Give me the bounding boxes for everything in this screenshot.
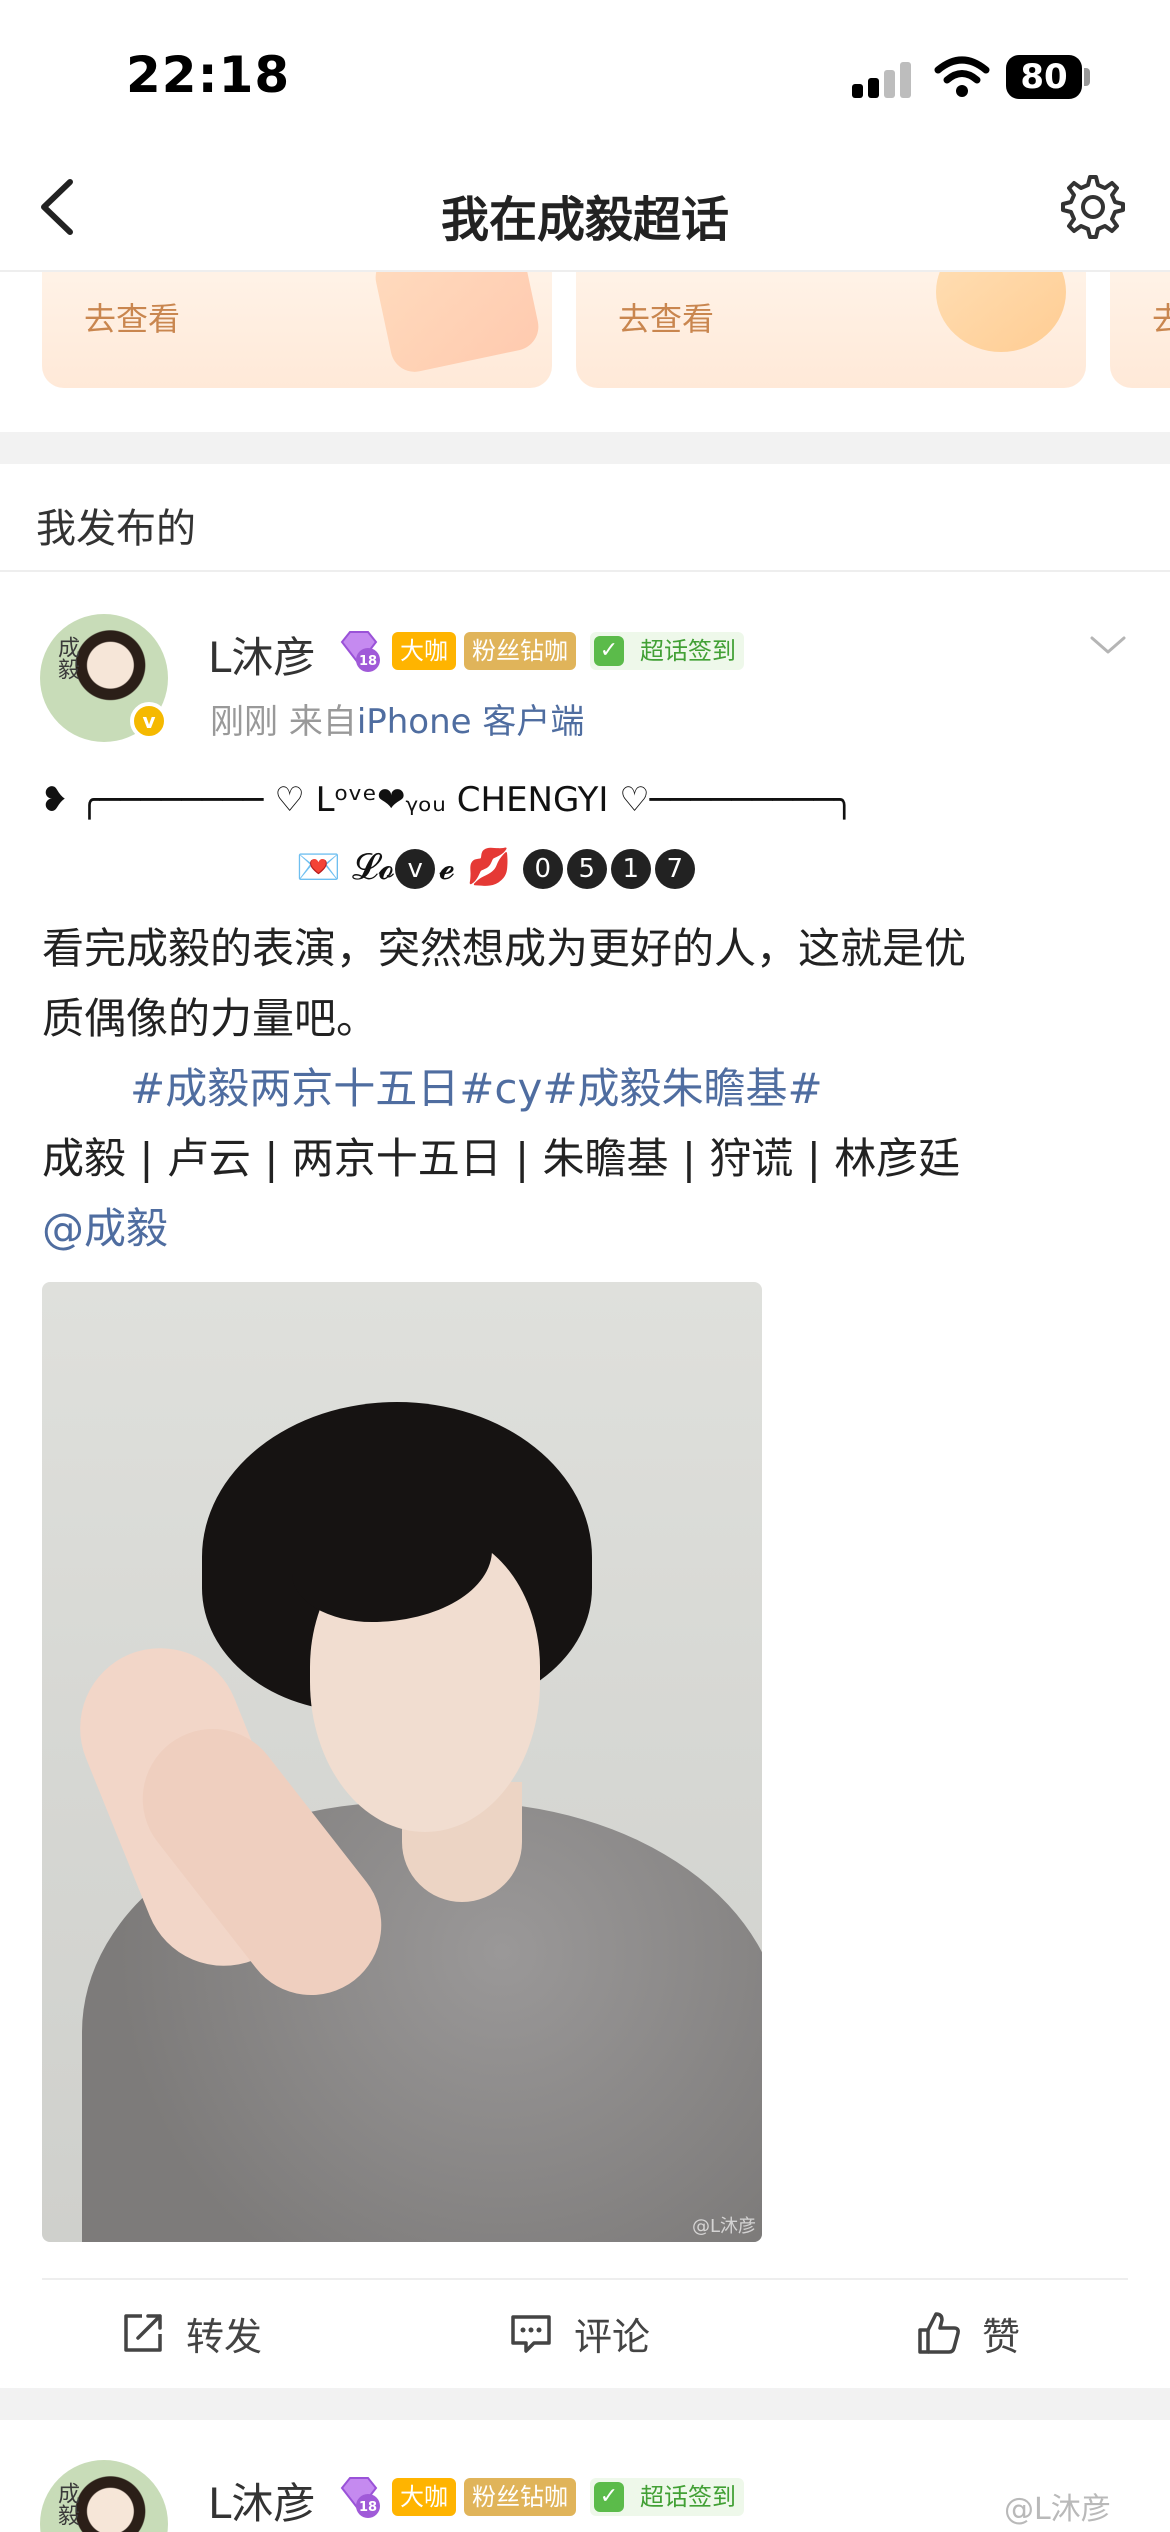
feature-card[interactable]: 去查看 bbox=[576, 272, 1086, 388]
badge-checkin: ✓ 超话签到 bbox=[590, 632, 744, 670]
feature-card[interactable]: 去查看 bbox=[42, 272, 552, 388]
post-username[interactable]: L沐彦 bbox=[208, 2470, 315, 2531]
medal-illustration bbox=[936, 272, 1066, 352]
badge-checkin-label: 超话签到 bbox=[640, 2483, 736, 2511]
chevron-down-icon[interactable] bbox=[1088, 630, 1128, 660]
gift-illustration bbox=[371, 272, 543, 377]
repost-button[interactable]: 转发 bbox=[120, 2304, 300, 2360]
section-title: 我发布的 bbox=[36, 506, 196, 552]
section-gap bbox=[0, 432, 1170, 464]
deco-love-prefix: 💌 𝓛𝓸 bbox=[296, 847, 396, 888]
avatar-text: 成毅 bbox=[54, 636, 79, 680]
like-label: 赞 bbox=[982, 2315, 1021, 2359]
nav-bar: 我在成毅超话 bbox=[0, 150, 1170, 272]
deco-number: 1 bbox=[610, 849, 651, 889]
cellular-signal-icon bbox=[852, 60, 914, 98]
card-view-link[interactable]: 去 bbox=[1152, 294, 1170, 340]
diamond-level-icon: 18 bbox=[340, 631, 380, 672]
post-meta: 刚刚 来自iPhone 客户端 bbox=[210, 694, 584, 743]
badge-fan-diamond: 粉丝钻咖 bbox=[464, 2478, 576, 2516]
post-text-line: 质偶像的力量吧。 bbox=[42, 994, 379, 1043]
post-mention[interactable]: @成毅 bbox=[42, 1194, 1132, 1264]
badge-checkin: ✓ 超话签到 bbox=[590, 2478, 744, 2516]
wifi-icon bbox=[934, 56, 990, 97]
post-roles: 成毅 | 卢云 | 两京十五日 | 朱瞻基 | 狩谎 | 林彦廷 bbox=[42, 1134, 961, 1183]
post-from-label: 来自 bbox=[288, 702, 357, 742]
battery-level: 80 bbox=[1006, 55, 1082, 99]
image-watermark: @L沐彦 bbox=[691, 2216, 756, 2237]
decorative-line-1: ❥ ╭──────── ♡ Lᵒᵛᵉ❤ᵧₒᵤ CHENGYI ♡────────… bbox=[40, 780, 855, 820]
comment-button[interactable]: 评论 bbox=[508, 2304, 688, 2360]
level-number: 18 bbox=[359, 654, 377, 669]
comment-icon bbox=[511, 2315, 551, 2353]
post-source[interactable]: iPhone 客户端 bbox=[357, 702, 585, 742]
feature-cards: 去查看 去查看 去 bbox=[0, 272, 1170, 398]
card-view-link[interactable]: 去查看 bbox=[618, 294, 714, 340]
status-time: 22:18 bbox=[126, 46, 291, 104]
avatar[interactable]: 成毅 bbox=[40, 2460, 168, 2532]
page-title: 我在成毅超话 bbox=[440, 192, 729, 248]
comment-label: 评论 bbox=[574, 2315, 651, 2359]
post-body: 看完成毅的表演，突然想成为更好的人，这就是优 质偶像的力量吧。 #成毅两京十五日… bbox=[42, 914, 1132, 1264]
post-username[interactable]: L沐彦 bbox=[208, 624, 315, 685]
badge-big: 大咖 bbox=[392, 2478, 456, 2516]
badge-fan-diamond: 粉丝钻咖 bbox=[464, 632, 576, 670]
divider bbox=[0, 570, 1170, 572]
repost-icon bbox=[124, 2314, 162, 2352]
checkin-icon: ✓ bbox=[594, 2482, 624, 2512]
deco-number: 0 bbox=[522, 849, 563, 889]
post-time: 刚刚 bbox=[210, 702, 278, 742]
section-gap bbox=[0, 2388, 1170, 2420]
post-text-line: 看完成毅的表演，突然想成为更好的人，这就是优 bbox=[42, 924, 967, 973]
decorative-line-2: 💌 𝓛𝓸 v 𝓮 💋 0517 bbox=[296, 846, 699, 902]
deco-love-suffix: 𝓮 💋 bbox=[439, 847, 512, 888]
divider bbox=[42, 2278, 1128, 2280]
deco-v-circle: v bbox=[395, 849, 436, 889]
badge-big: 大咖 bbox=[392, 632, 456, 670]
settings-gear-icon[interactable] bbox=[1058, 172, 1128, 242]
checkin-icon: ✓ bbox=[594, 636, 624, 666]
card-view-link[interactable]: 去查看 bbox=[84, 294, 180, 340]
deco-number: 5 bbox=[566, 849, 607, 889]
thumbs-up-icon bbox=[918, 2312, 960, 2354]
post-image[interactable]: @L沐彦 bbox=[42, 1282, 762, 2242]
battery-tip bbox=[1084, 68, 1090, 86]
level-number: 18 bbox=[359, 2500, 377, 2515]
deco-number: 7 bbox=[654, 849, 695, 889]
post-hashtags[interactable]: #成毅两京十五日#cy#成毅朱瞻基# bbox=[42, 1054, 1132, 1124]
diamond-level-icon: 18 bbox=[340, 2477, 380, 2518]
screenshot-watermark: @L沐彦 bbox=[1004, 2492, 1111, 2527]
feature-card[interactable]: 去 bbox=[1110, 272, 1170, 388]
badge-checkin-label: 超话签到 bbox=[640, 637, 736, 665]
like-button[interactable]: 赞 bbox=[916, 2304, 1056, 2360]
avatar-text: 成毅 bbox=[54, 2482, 79, 2526]
status-bar: 22:18 80 bbox=[0, 0, 1170, 150]
repost-label: 转发 bbox=[186, 2315, 263, 2359]
verified-icon: v bbox=[130, 702, 168, 740]
